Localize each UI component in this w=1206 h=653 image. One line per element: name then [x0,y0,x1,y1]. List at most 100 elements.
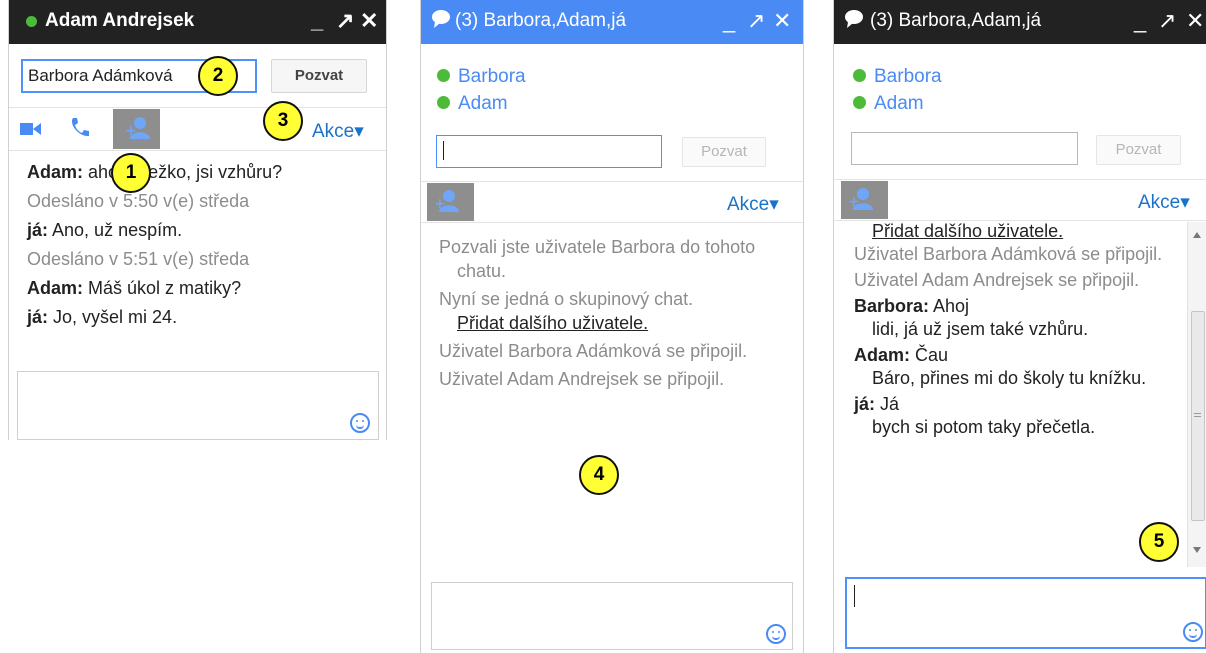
scroll-down-icon[interactable] [1193,547,1201,553]
title-bar[interactable]: (3) Barbora,Adam,já _ ↗ ✕ [834,0,1206,44]
callout-3: 3 [263,101,303,141]
scroll-up-icon[interactable] [1193,232,1201,238]
invite-button[interactable]: Pozvat [1096,135,1181,165]
participant-item[interactable]: Barbora [437,66,526,93]
invite-input[interactable] [436,135,662,168]
phone-icon[interactable] [69,117,89,139]
sender-label: Barbora: [854,296,930,316]
message-line: já: Jo, vyšel mi 24. [27,307,177,328]
sender-label: já: [854,394,876,414]
chat-window-adam: Adam Andrejsek _ ↗ ✕ Barbora Adámková Po… [8,0,387,440]
smiley-icon[interactable] [1183,622,1203,642]
smiley-icon[interactable] [350,413,370,433]
participant-list: Barbora Adam [853,66,942,120]
participant-name: Barbora [458,66,526,87]
sender-label: já: [27,220,49,240]
online-status-icon [437,69,450,82]
sender-label: Adam: [854,345,911,365]
callout-4: 4 [579,455,619,495]
message-list: Přidat dalšího uživatele. Uživatel Barbo… [854,220,1184,439]
message-line: Adam: ahoj Anežko, jsi vzhůru? [27,162,282,183]
system-message-list: Pozvali jste uživatele Barbora do tohoto… [439,235,789,391]
actions-menu[interactable]: Akce▾ [1138,191,1190,214]
message-text: Báro, přines mi do školy tu knížku. [872,368,1147,388]
text-cursor [854,585,855,607]
participant-item[interactable]: Barbora [853,66,942,93]
scrollbar[interactable] [1187,222,1206,567]
participant-list: Barbora Adam [437,66,526,120]
sender-label: já: [27,307,49,327]
callout-5: 5 [1139,522,1179,562]
add-person-button[interactable]: + [113,109,160,149]
participant-item[interactable]: Adam [437,93,526,120]
message-timestamp: Odesláno v 5:50 v(e) středa [27,191,250,211]
invite-button[interactable]: Pozvat [682,137,766,167]
invite-input[interactable] [851,132,1078,165]
window-title: Adam Andrejsek [45,10,195,31]
system-message: Pozvali jste uživatele Barbora do tohoto… [439,237,756,281]
system-message: Uživatel Adam Andrejsek se připojil. [439,369,725,389]
message-text: bych si potom taky přečetla. [872,417,1096,437]
title-bar[interactable]: (3) Barbora,Adam,já _ ↗ ✕ [421,0,803,44]
add-user-link[interactable]: Přidat dalšího uživatele. [457,313,648,333]
group-chat-window: (3) Barbora,Adam,já _ ↗ ✕ Barbora Adam P… [420,0,804,653]
message-line: Adam: Máš úkol z matiky? [27,278,241,299]
add-person-button[interactable]: + [841,181,888,219]
system-message: Nyní se jedná o skupinový chat. [439,289,694,309]
actions-menu[interactable]: Akce▾ [312,120,364,143]
message-text: Jo, vyšel mi 24. [53,307,178,327]
add-user-link[interactable]: Přidat dalšího uživatele. [872,221,1063,241]
message-item: Barbora: Ahoj [854,296,970,316]
text-cursor [443,141,444,161]
system-message: Uživatel Barbora Adámková se připojil. [854,244,1163,264]
message-item: já: Já [854,394,900,414]
invite-button[interactable]: Pozvat [271,59,367,93]
sender-label: Adam: [27,162,84,182]
add-person-icon: + [848,188,873,210]
scrollbar-thumb[interactable] [1191,311,1205,521]
invite-input-value: Barbora Adámková [28,66,173,85]
popout-icon[interactable]: ↗ [1158,8,1176,34]
callout-1: 1 [111,153,151,193]
message-item: Adam: Čau [854,345,949,365]
close-icon[interactable]: ✕ [360,8,378,34]
sender-label: Adam: [27,278,84,298]
message-text: Ano, už nespím. [52,220,183,240]
popout-icon[interactable]: ↗ [747,8,765,34]
window-title: (3) Barbora,Adam,já [870,10,1042,31]
system-message: Uživatel Barbora Adámková se připojil. [439,341,748,361]
chat-bubble-icon [845,10,863,28]
minimize-icon[interactable]: _ [311,8,323,34]
system-message: Uživatel Adam Andrejsek se připojil. [854,270,1140,290]
message-text: lidi, já už jsem také vzhůru. [872,319,1089,339]
minimize-icon[interactable]: _ [723,8,735,34]
participant-name: Adam [458,93,508,114]
title-bar[interactable]: Adam Andrejsek _ ↗ ✕ [9,0,386,44]
message-text: Máš úkol z matiky? [88,278,242,298]
message-timestamp: Odesláno v 5:51 v(e) středa [27,249,250,269]
online-status-icon [853,96,866,109]
message-compose[interactable] [845,577,1206,649]
online-status-icon [853,69,866,82]
add-person-button[interactable]: + [427,183,474,221]
add-person-icon: + [434,190,459,212]
actions-menu[interactable]: Akce▾ [727,193,779,216]
message-compose[interactable] [17,371,379,440]
message-compose[interactable] [431,582,793,650]
smiley-icon[interactable] [766,624,786,644]
close-icon[interactable]: ✕ [1186,8,1204,34]
online-status-icon [26,16,37,27]
participant-name: Adam [874,93,924,114]
message-line: já: Ano, už nespím. [27,220,182,241]
chat-bubble-icon [432,10,450,28]
popout-icon[interactable]: ↗ [336,8,354,34]
participant-name: Barbora [874,66,942,87]
add-person-icon: + [125,117,150,139]
participant-item[interactable]: Adam [853,93,942,120]
online-status-icon [437,96,450,109]
callout-2: 2 [198,56,238,96]
video-icon[interactable] [20,121,42,137]
window-title: (3) Barbora,Adam,já [455,10,627,31]
close-icon[interactable]: ✕ [773,8,791,34]
minimize-icon[interactable]: _ [1134,8,1146,34]
